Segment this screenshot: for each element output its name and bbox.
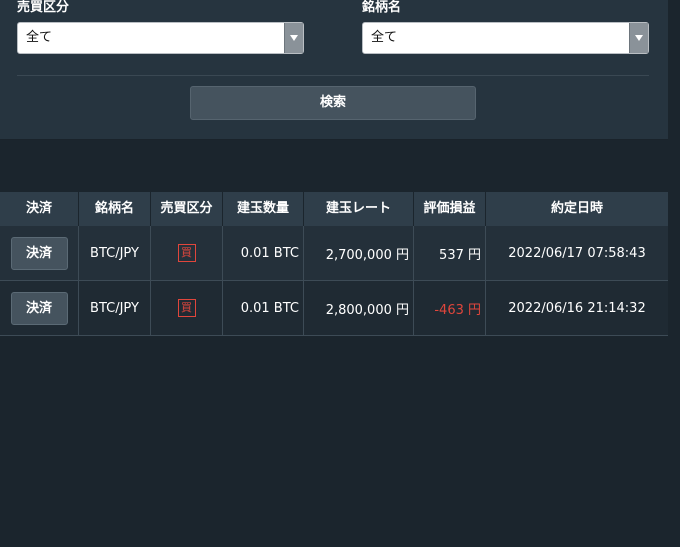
header-symbol: 銘柄名	[79, 192, 151, 226]
row-pnl: 537 円	[414, 226, 486, 280]
panel-gap	[668, 0, 680, 139]
buy-badge: 買	[177, 244, 196, 262]
table-header: 決済 銘柄名 売買区分 建玉数量 建玉レート 評価損益 約定日時	[0, 192, 668, 226]
row-quantity: 0.01 BTC	[223, 226, 304, 280]
row-pnl: -463 円	[414, 281, 486, 335]
row-side-cell: 買	[151, 281, 223, 335]
header-datetime: 約定日時	[550, 201, 603, 216]
side-filter-select[interactable]: 全て	[17, 22, 304, 54]
symbol-filter-label: 銘柄名	[362, 0, 402, 15]
row-datetime: 2022/06/17 07:58:43	[508, 245, 646, 261]
header-action: 決済	[0, 192, 79, 226]
header-quantity: 建玉数量	[223, 192, 304, 226]
buy-badge: 買	[177, 299, 196, 317]
settle-button[interactable]: 決済	[10, 291, 68, 325]
row-side-cell: 買	[151, 226, 223, 280]
header-side: 売買区分	[151, 192, 223, 226]
side-filter-label: 売買区分	[17, 0, 70, 15]
chevron-down-icon[interactable]	[284, 23, 303, 53]
header-pnl: 評価損益	[414, 192, 486, 226]
symbol-filter-value: 全て	[371, 30, 398, 45]
side-filter-value: 全て	[26, 30, 53, 45]
row-symbol: BTC/JPY	[79, 226, 151, 280]
row-datetime: 2022/06/16 21:14:32	[508, 300, 646, 316]
chevron-down-icon[interactable]	[629, 23, 648, 53]
row-action-cell: 決済	[0, 281, 79, 335]
row-symbol: BTC/JPY	[79, 281, 151, 335]
symbol-filter-select[interactable]: 全て	[362, 22, 649, 54]
header-rate: 建玉レート	[304, 192, 414, 226]
filter-divider	[17, 75, 649, 76]
positions-table: 決済 銘柄名 売買区分 建玉数量 建玉レート 評価損益 約定日時 決済 BTC/…	[0, 192, 668, 336]
row-action-cell: 決済	[0, 226, 79, 280]
settle-button[interactable]: 決済	[10, 236, 68, 270]
row-rate: 2,700,000 円	[304, 226, 414, 280]
filter-panel: 売買区分 全て 銘柄名 全て 検索	[0, 0, 668, 140]
search-button[interactable]: 検索	[190, 86, 476, 120]
table-row: 決済 BTC/JPY 買 0.01 BTC 2,800,000 円 -463 円…	[0, 281, 668, 336]
row-rate: 2,800,000 円	[304, 281, 414, 335]
table-row: 決済 BTC/JPY 買 0.01 BTC 2,700,000 円 537 円 …	[0, 226, 668, 281]
row-quantity: 0.01 BTC	[223, 281, 304, 335]
